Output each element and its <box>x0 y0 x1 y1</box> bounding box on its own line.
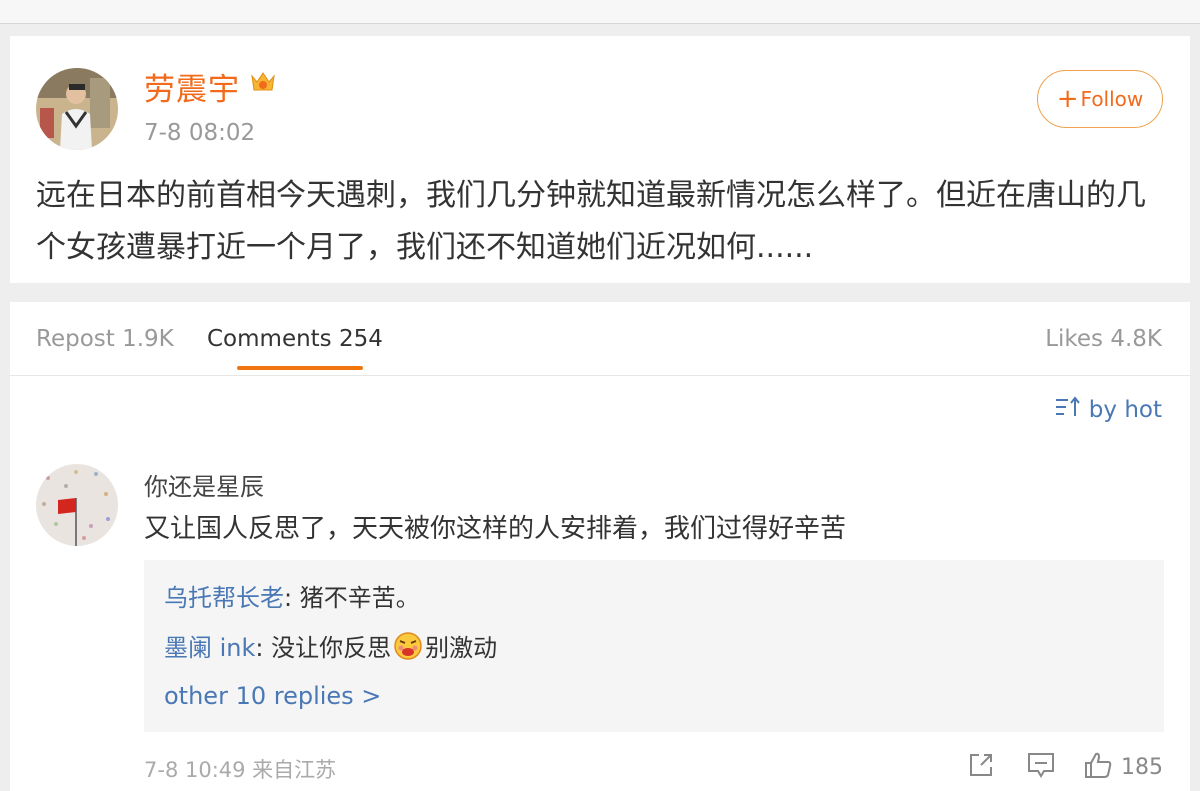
author-name[interactable]: 劳震宇 <box>144 64 240 109</box>
post-card: 劳震宇 7-8 08:02 + Follow 远在日本的前首相今天遇刺，我们几分… <box>10 36 1190 283</box>
reply-text: : 猪不辛苦。 <box>284 584 420 612</box>
like-button[interactable]: 185 <box>1083 751 1163 783</box>
follow-label: Follow <box>1080 87 1144 111</box>
thumbs-up-icon <box>1083 751 1113 783</box>
sort-label: by hot <box>1088 397 1162 423</box>
author-avatar[interactable] <box>36 68 118 150</box>
reply-author[interactable]: 乌托帮长老 <box>164 578 284 613</box>
tab-comments[interactable]: Comments 254 <box>207 326 383 352</box>
share-button[interactable] <box>967 751 995 783</box>
comments-card: Repost 1.9K Comments 254 Likes 4.8K by h… <box>10 302 1190 791</box>
reply-text-end: 别激动 <box>425 634 498 662</box>
plus-icon: + <box>1056 84 1079 114</box>
share-icon <box>967 751 995 783</box>
replies-box: 乌托帮长老 : 猪不辛苦。 墨阑 ink : 没让你反思 别激动 other 1… <box>144 560 1164 732</box>
more-replies-link[interactable]: other 10 replies > <box>164 682 381 710</box>
active-tab-indicator <box>237 366 363 370</box>
reply-item: 乌托帮长老 : 猪不辛苦。 <box>164 578 420 613</box>
tab-bar: Repost 1.9K Comments 254 Likes 4.8K <box>10 302 1190 376</box>
sort-button[interactable]: by hot <box>1055 396 1162 424</box>
comment-button[interactable] <box>1026 751 1056 783</box>
sort-icon <box>1055 396 1081 424</box>
post-text: 远在日本的前首相今天遇刺，我们几分钟就知道最新情况怎么样了。但近在唐山的几个女孩… <box>36 178 1146 265</box>
top-bar <box>0 0 1200 24</box>
reply-item: 墨阑 ink : 没让你反思 别激动 <box>164 628 497 663</box>
post-time: 7-8 08:02 <box>144 120 256 146</box>
tab-repost[interactable]: Repost 1.9K <box>36 326 174 352</box>
angry-face-emoji-icon <box>393 631 423 661</box>
reply-text: : 没让你反思 <box>255 634 392 662</box>
comment-text: 又让国人反思了，天天被你这样的人安排着，我们过得好辛苦 <box>144 514 847 544</box>
commenter-avatar[interactable] <box>36 464 118 546</box>
like-count: 185 <box>1121 754 1163 780</box>
comment-meta: 7-8 10:49 来自江苏 <box>144 758 337 782</box>
commenter-name[interactable]: 你还是星辰 <box>144 467 264 502</box>
reply-author[interactable]: 墨阑 ink <box>164 628 255 663</box>
comment-icon <box>1026 751 1056 783</box>
tab-likes[interactable]: Likes 4.8K <box>1045 326 1162 352</box>
follow-button[interactable]: + Follow <box>1037 70 1163 128</box>
vip-crown-icon <box>250 70 276 94</box>
